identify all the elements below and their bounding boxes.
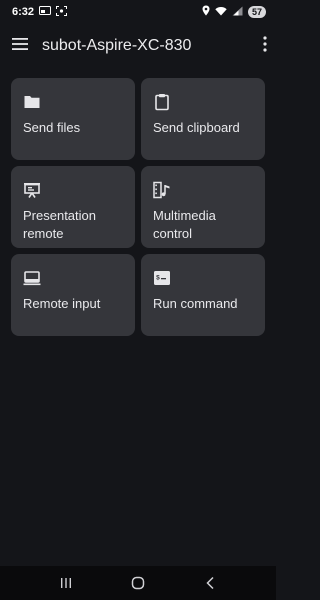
signal-icon <box>232 3 243 21</box>
presentation-remote-label-line-1: Presentation <box>23 208 96 223</box>
svg-text:$: $ <box>156 275 160 282</box>
recent-apps-button[interactable] <box>51 571 81 595</box>
more-options-icon[interactable] <box>262 35 268 57</box>
system-nav-bar <box>0 566 276 600</box>
run-command-tile[interactable]: $ Run command <box>141 254 265 336</box>
status-bar: 6:32 57 <box>0 0 276 24</box>
send-clipboard-label: Send clipboard <box>153 120 240 135</box>
send-files-tile[interactable]: Send files <box>11 78 135 160</box>
wifi-icon <box>215 3 227 21</box>
back-icon <box>206 576 214 590</box>
send-files-label: Send files <box>23 120 81 135</box>
multimedia-control-label-line-2: control <box>153 226 193 241</box>
presentation-remote-label: Presentation remote <box>23 207 123 243</box>
status-time: 6:32 <box>12 6 35 18</box>
laptop-icon <box>23 271 41 286</box>
presentation-icon <box>24 183 40 198</box>
multimedia-control-label: Multimedia control <box>153 207 253 243</box>
battery-badge: 57 <box>247 6 266 18</box>
location-icon <box>202 3 210 21</box>
presentation-remote-tile[interactable]: Presentation remote <box>11 166 135 248</box>
remote-input-label: Remote input <box>23 296 101 311</box>
terminal-icon: $ <box>154 271 170 285</box>
menu-icon[interactable] <box>12 37 28 55</box>
remote-input-tile[interactable]: Remote input <box>11 254 135 336</box>
page-title: subot-Aspire-XC-830 <box>42 37 192 54</box>
folder-icon <box>24 96 40 108</box>
run-command-label: Run command <box>153 296 238 311</box>
action-grid: Send files Send clipboard Presentation r… <box>11 78 265 336</box>
app-bar: subot-Aspire-XC-830 <box>0 26 276 66</box>
back-button[interactable] <box>195 571 225 595</box>
status-right: 57 <box>202 3 266 21</box>
multimedia-control-tile[interactable]: Multimedia control <box>141 166 265 248</box>
home-icon <box>131 576 145 590</box>
multimedia-control-label-line-1: Multimedia <box>153 208 216 223</box>
cast-icon <box>39 3 52 21</box>
home-button[interactable] <box>123 571 153 595</box>
send-clipboard-tile[interactable]: Send clipboard <box>141 78 265 160</box>
screenshot-icon <box>56 3 68 21</box>
clipboard-icon <box>155 94 169 111</box>
multimedia-icon <box>153 181 170 199</box>
status-left: 6:32 <box>12 3 68 21</box>
recent-apps-icon <box>61 578 71 588</box>
presentation-remote-label-line-2: remote <box>23 226 64 241</box>
